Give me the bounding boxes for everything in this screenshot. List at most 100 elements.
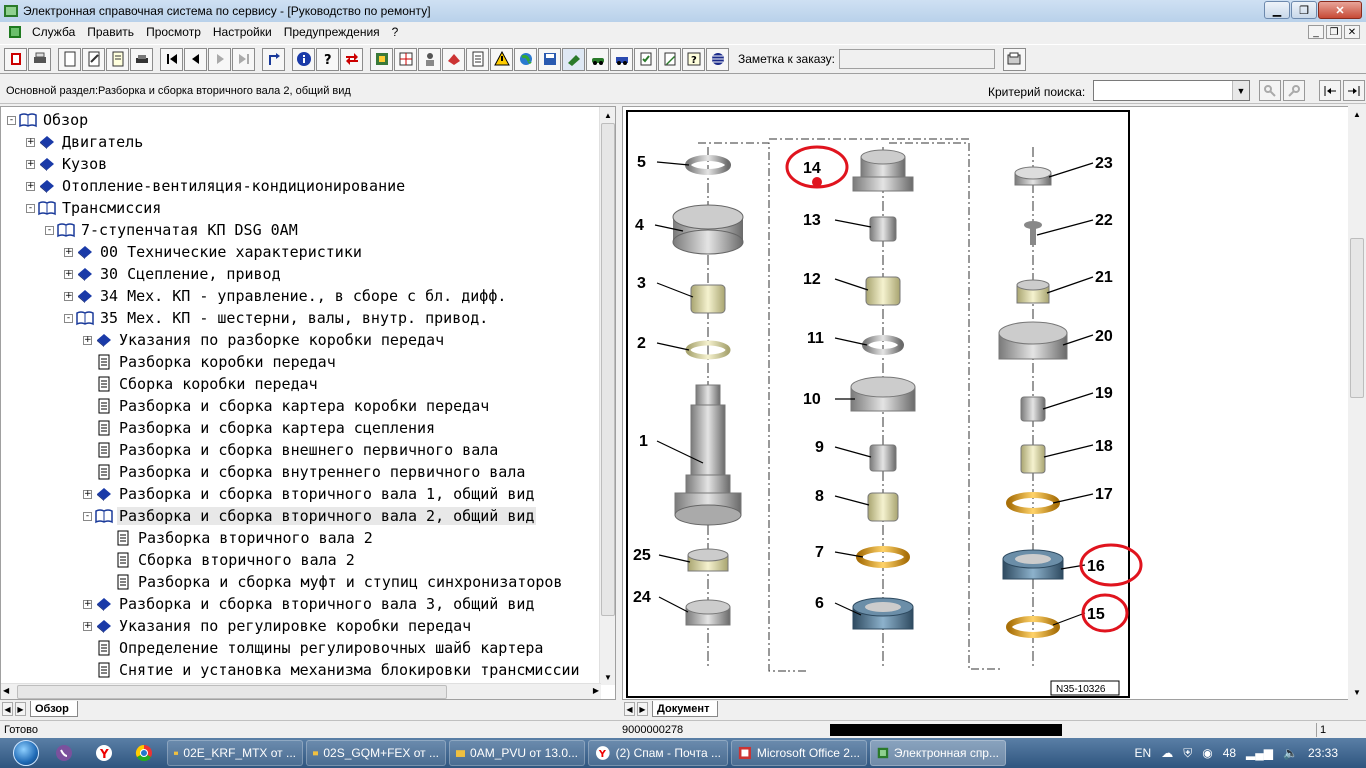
tree-item[interactable]: +30 Сцепление, привод bbox=[1, 263, 601, 285]
mdi-minimize-button[interactable]: _ bbox=[1308, 25, 1324, 39]
expand-icon[interactable]: + bbox=[64, 269, 73, 279]
go-up-icon[interactable] bbox=[262, 47, 285, 71]
menu-warnings[interactable]: Предупреждения bbox=[278, 25, 386, 39]
tree-horizontal-scrollbar[interactable]: ◀ ▶ bbox=[1, 683, 601, 699]
print-icon[interactable] bbox=[28, 47, 51, 71]
tree-item[interactable]: + Указания по разборке коробки передач bbox=[1, 329, 601, 351]
scroll-down-icon[interactable]: ▼ bbox=[600, 669, 615, 685]
new-document-icon[interactable] bbox=[58, 47, 81, 71]
swap-icon[interactable] bbox=[340, 47, 363, 71]
first-page-icon[interactable] bbox=[160, 47, 183, 71]
tree-item[interactable]: + Отопление-вентиляция-кондиционирование bbox=[1, 175, 601, 197]
document-vertical-scrollbar[interactable]: ▲ ▼ bbox=[1348, 106, 1366, 700]
context-help-icon[interactable]: ? bbox=[682, 47, 705, 71]
save-icon[interactable] bbox=[538, 47, 561, 71]
order-note-input[interactable] bbox=[838, 49, 995, 69]
expand-icon[interactable]: + bbox=[83, 489, 92, 499]
menu-edit[interactable]: Править bbox=[81, 25, 140, 39]
maximize-button[interactable]: ❐ bbox=[1291, 1, 1317, 19]
expand-icon[interactable]: + bbox=[83, 621, 92, 631]
volume-icon[interactable]: 🔈 bbox=[1283, 746, 1298, 760]
expand-icon[interactable]: + bbox=[64, 247, 73, 257]
taskbar-item-folder-1[interactable]: 02E_KRF_MTX от ... bbox=[167, 740, 303, 766]
tree-item[interactable]: - Разборка и сборка вторичного вала 2, об… bbox=[1, 505, 601, 527]
tree-item[interactable]: Разборка и сборка внутреннего первичного… bbox=[1, 461, 601, 483]
menu-help[interactable]: ? bbox=[386, 25, 405, 39]
checklist-icon[interactable] bbox=[634, 47, 657, 71]
close-button[interactable]: ✕ bbox=[1318, 1, 1362, 19]
help-icon[interactable]: ? bbox=[316, 47, 339, 71]
collapse-icon[interactable]: - bbox=[45, 225, 54, 235]
chrome-icon[interactable] bbox=[124, 739, 164, 767]
clock[interactable]: 23:33 bbox=[1308, 746, 1338, 760]
chevron-down-icon[interactable]: ▼ bbox=[1232, 81, 1249, 100]
taskbar-item-folder-3[interactable]: 0AM_PVU от 13.0... bbox=[449, 740, 585, 766]
search-back-icon[interactable] bbox=[1259, 80, 1281, 101]
body-repair-icon[interactable] bbox=[442, 47, 465, 71]
globe-icon[interactable] bbox=[514, 47, 537, 71]
next-page-icon[interactable] bbox=[208, 47, 231, 71]
scroll-up-icon[interactable]: ▲ bbox=[600, 107, 615, 123]
taskbar-item-mail[interactable]: Y (2) Спам - Почта ... bbox=[588, 740, 728, 766]
scroll-left-icon[interactable]: ◀ bbox=[3, 686, 9, 695]
info-icon[interactable] bbox=[292, 47, 315, 71]
notification-count[interactable]: 48 bbox=[1223, 746, 1236, 760]
expand-icon[interactable]: + bbox=[26, 137, 35, 147]
previous-page-icon[interactable] bbox=[184, 47, 207, 71]
expand-icon[interactable]: + bbox=[64, 291, 73, 301]
doc-scroll-thumb[interactable] bbox=[1350, 238, 1364, 398]
vehicle-icon[interactable] bbox=[586, 47, 609, 71]
tree-item[interactable]: - Обзор bbox=[1, 109, 601, 131]
tree-item[interactable]: Разборка и сборка картера коробки переда… bbox=[1, 395, 601, 417]
menu-view[interactable]: Просмотр bbox=[140, 25, 207, 39]
tab-overview[interactable]: Обзор bbox=[30, 701, 78, 717]
tree-item[interactable]: Разборка коробки передач bbox=[1, 351, 601, 373]
wiring-icon[interactable] bbox=[394, 47, 417, 71]
doc-tab-next-icon[interactable]: ▶ bbox=[637, 702, 648, 716]
tree-item[interactable]: - 7-ступенчатая КП DSG 0AM bbox=[1, 219, 601, 241]
expand-right-icon[interactable] bbox=[1343, 80, 1365, 101]
taskbar-item-service-system[interactable]: Электронная спр... bbox=[870, 740, 1006, 766]
menu-service[interactable]: Служба bbox=[26, 25, 81, 39]
exit-icon[interactable] bbox=[4, 47, 27, 71]
minimize-button[interactable]: ▁ bbox=[1264, 1, 1290, 19]
order-note-button[interactable] bbox=[1002, 47, 1026, 71]
viber-icon[interactable] bbox=[44, 739, 84, 767]
diagnosis-icon[interactable] bbox=[562, 47, 585, 71]
tree-item[interactable]: Разборка вторичного вала 2 bbox=[1, 527, 601, 549]
tree-item[interactable]: - 35 Мех. КП - шестерни, валы, внутр. при… bbox=[1, 307, 601, 329]
tree-item[interactable]: Сборка вторичного вала 2 bbox=[1, 549, 601, 571]
tree-item[interactable]: + Кузов bbox=[1, 153, 601, 175]
tree-scroll-thumb[interactable] bbox=[601, 123, 615, 616]
tab-next-icon[interactable]: ▶ bbox=[15, 702, 26, 716]
search-criteria-select[interactable]: ▼ bbox=[1093, 80, 1250, 101]
tree-hscroll-thumb[interactable] bbox=[17, 685, 447, 699]
tab-document[interactable]: Документ bbox=[652, 701, 719, 717]
app-tray-icon[interactable]: ◉ bbox=[1202, 746, 1212, 760]
tree-item[interactable]: +00 Технические характеристики bbox=[1, 241, 601, 263]
tree-item[interactable]: Разборка и сборка внешнего первичного ва… bbox=[1, 439, 601, 461]
signal-icon[interactable]: ▂▄▆ bbox=[1246, 746, 1273, 760]
network-icon[interactable] bbox=[706, 47, 729, 71]
expand-icon[interactable]: + bbox=[26, 159, 35, 169]
doc-scroll-down-icon[interactable]: ▼ bbox=[1348, 684, 1366, 700]
menu-settings[interactable]: Настройки bbox=[207, 25, 278, 39]
tree-item[interactable]: + Разборка и сборка вторичного вала 1, об… bbox=[1, 483, 601, 505]
notes-icon[interactable] bbox=[106, 47, 129, 71]
tree-item[interactable]: Разборка и сборка муфт и ступиц синхрони… bbox=[1, 571, 601, 593]
collapse-icon[interactable]: - bbox=[83, 511, 92, 521]
doc-scroll-up-icon[interactable]: ▲ bbox=[1348, 106, 1366, 122]
last-page-icon[interactable] bbox=[232, 47, 255, 71]
language-indicator[interactable]: EN bbox=[1135, 746, 1152, 760]
start-button[interactable] bbox=[8, 738, 44, 768]
mdi-restore-button[interactable]: ❐ bbox=[1326, 25, 1342, 39]
repair-manual-icon[interactable] bbox=[466, 47, 489, 71]
warning-icon[interactable] bbox=[490, 47, 513, 71]
collapse-icon[interactable]: - bbox=[64, 313, 73, 323]
scroll-right-icon[interactable]: ▶ bbox=[593, 686, 599, 695]
tree-item[interactable]: - Трансмиссия bbox=[1, 197, 601, 219]
tree-item[interactable]: +34 Мех. КП - управление., в сборе с бл.… bbox=[1, 285, 601, 307]
taskbar-item-folder-2[interactable]: 02S_GQM+FEX от ... bbox=[306, 740, 446, 766]
tree-item[interactable]: Определение толщины регулировочных шайб … bbox=[1, 637, 601, 659]
yandex-browser-icon[interactable]: Y bbox=[84, 739, 124, 767]
